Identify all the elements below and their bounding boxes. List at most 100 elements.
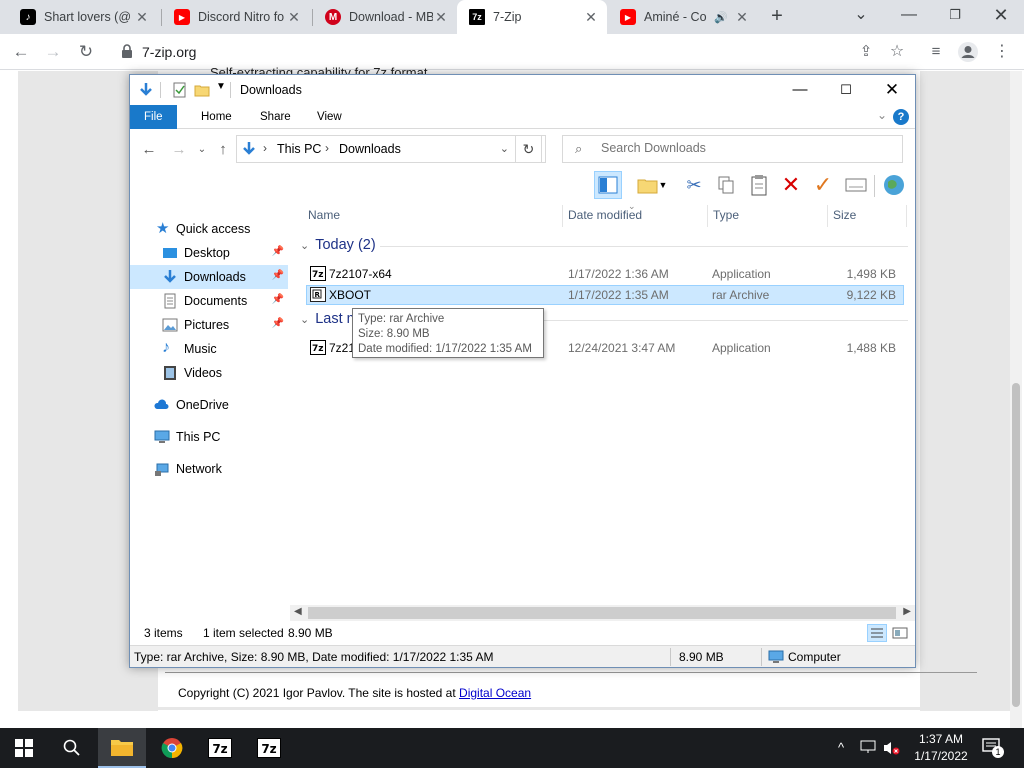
up-button[interactable]: ↑: [214, 141, 232, 158]
back-button[interactable]: ←: [9, 40, 33, 64]
help-icon[interactable]: ?: [893, 109, 909, 125]
page-scrollbar-thumb[interactable]: [1012, 383, 1020, 707]
copy-icon[interactable]: [712, 171, 740, 199]
nav-desktop[interactable]: Desktop 📌: [130, 241, 288, 265]
close-tab-icon[interactable]: ✕: [433, 9, 449, 26]
minimize-button[interactable]: —: [886, 0, 932, 34]
cut-icon[interactable]: ✂: [680, 171, 708, 199]
explorer-forward-button[interactable]: →: [170, 141, 188, 158]
new-folder-icon[interactable]: [194, 82, 210, 98]
nav-pictures[interactable]: Pictures 📌: [130, 313, 288, 337]
explorer-back-button[interactable]: ←: [140, 141, 158, 158]
file-row-selected[interactable]: R XBOOT 1/17/2022 1:35 AM rar Archive 9,…: [306, 285, 904, 305]
delete-icon[interactable]: ✕: [777, 171, 805, 199]
column-type[interactable]: Type: [713, 205, 739, 227]
nav-downloads[interactable]: Downloads 📌: [130, 265, 288, 289]
column-name[interactable]: Name: [308, 205, 340, 227]
taskbar-chrome[interactable]: [148, 728, 196, 768]
notifications-button[interactable]: 1: [982, 738, 1004, 758]
pin-icon[interactable]: 📌: [272, 294, 284, 305]
new-item-dropdown-icon[interactable]: ▼: [656, 171, 670, 199]
breadcrumb-this-pc[interactable]: This PC: [277, 142, 321, 156]
taskbar-7zip-1[interactable]: 7z: [196, 728, 244, 768]
qat-dropdown-icon[interactable]: ▼: [216, 81, 226, 92]
start-button[interactable]: [0, 728, 48, 768]
close-tab-icon[interactable]: ✕: [286, 9, 302, 26]
profile-avatar[interactable]: [956, 40, 980, 64]
volume-muted-icon[interactable]: [882, 740, 900, 756]
star-icon: ★: [156, 220, 170, 237]
media-control-icon[interactable]: ≡: [924, 40, 948, 64]
nav-this-pc[interactable]: This PC: [130, 425, 288, 449]
close-window-button[interactable]: ✕: [978, 0, 1024, 34]
tab-amine[interactable]: ▶ Aminé - Co 🔊 ✕: [608, 0, 758, 34]
pin-icon[interactable]: 📌: [272, 270, 284, 281]
reload-button[interactable]: ↻: [74, 40, 98, 64]
nav-network[interactable]: Network: [130, 457, 288, 481]
address-bar[interactable]: 7-zip.org: [108, 38, 918, 66]
nav-quick-access[interactable]: ★ Quick access: [130, 217, 288, 241]
explorer-close-button[interactable]: ✕: [869, 75, 915, 105]
globe-icon[interactable]: [880, 171, 908, 199]
horizontal-scrollbar-thumb[interactable]: [308, 607, 896, 619]
search-box[interactable]: ⌕: [562, 135, 903, 163]
svg-text:7z: 7z: [312, 344, 324, 354]
tab-share[interactable]: Share: [246, 105, 305, 129]
expand-ribbon-icon[interactable]: ⌄: [877, 108, 887, 122]
taskbar-file-explorer[interactable]: [98, 728, 146, 768]
bookmark-star-icon[interactable]: ☆: [885, 40, 909, 64]
horizontal-scrollbar[interactable]: ◀ ▶: [290, 605, 915, 621]
share-icon[interactable]: ⇪: [854, 40, 878, 64]
group-today[interactable]: ⌄ Today (2): [300, 237, 376, 253]
column-size[interactable]: Size: [833, 205, 856, 227]
clock[interactable]: 1:37 AM 1/17/2022: [906, 731, 976, 765]
pin-icon[interactable]: 📌: [272, 318, 284, 329]
properties-icon[interactable]: [172, 82, 188, 98]
rename-icon[interactable]: [842, 171, 870, 199]
tab-download-mb[interactable]: M Download - MB ✕: [313, 0, 457, 34]
nav-onedrive[interactable]: OneDrive: [130, 393, 288, 417]
nav-videos[interactable]: Videos: [130, 361, 288, 385]
chrome-menu-icon[interactable]: ⋮: [990, 40, 1014, 64]
tab-file[interactable]: File: [130, 105, 177, 129]
details-view-icon[interactable]: [867, 624, 887, 642]
tab-search-button[interactable]: ⌄: [838, 0, 884, 34]
scroll-right-icon[interactable]: ▶: [903, 606, 911, 617]
search-taskbar-button[interactable]: [48, 728, 96, 768]
documents-icon: [164, 293, 176, 309]
breadcrumb-downloads[interactable]: Downloads: [339, 142, 401, 156]
speaker-icon[interactable]: 🔊: [714, 11, 728, 24]
pin-icon[interactable]: 📌: [272, 246, 284, 257]
test-check-icon[interactable]: ✓: [809, 171, 837, 199]
explorer-address-bar[interactable]: › This PC › Downloads ⌄: [236, 135, 546, 163]
nav-music[interactable]: ♪ Music: [130, 337, 288, 361]
preview-pane-icon[interactable]: [594, 171, 622, 199]
tab-view[interactable]: View: [303, 105, 356, 129]
recent-locations-icon[interactable]: ⌄: [193, 144, 211, 155]
tab-discord-nitro[interactable]: ▶ Discord Nitro fo ✕: [162, 0, 310, 34]
show-hidden-icons[interactable]: ^: [838, 740, 844, 755]
tab-home[interactable]: Home: [187, 105, 246, 129]
forward-button[interactable]: →: [41, 40, 65, 64]
refresh-button[interactable]: ↻: [515, 135, 542, 163]
explorer-maximize-button[interactable]: ☐: [823, 75, 869, 105]
close-tab-icon[interactable]: ✕: [583, 9, 599, 26]
search-input[interactable]: [601, 141, 891, 155]
scroll-left-icon[interactable]: ◀: [294, 606, 302, 617]
paste-icon[interactable]: [745, 171, 773, 199]
taskbar-7zip-2[interactable]: 7z: [245, 728, 293, 768]
nav-documents[interactable]: Documents 📌: [130, 289, 288, 313]
address-dropdown-icon[interactable]: ⌄: [500, 142, 509, 155]
file-row[interactable]: 7z 7z2107-x64 1/17/2022 1:36 AM Applicat…: [306, 264, 904, 284]
page-scrollbar[interactable]: [1010, 71, 1022, 728]
tab-tiktok[interactable]: ♪ Shart lovers (@ ✕: [8, 0, 158, 34]
new-tab-button[interactable]: +: [766, 6, 788, 28]
tab-7zip[interactable]: 7z 7-Zip ✕: [457, 0, 607, 34]
network-tray-icon[interactable]: [860, 740, 876, 754]
large-icons-view-icon[interactable]: [890, 624, 910, 642]
close-tab-icon[interactable]: ✕: [134, 9, 150, 26]
explorer-minimize-button[interactable]: —: [777, 75, 823, 105]
close-tab-icon[interactable]: ✕: [734, 9, 750, 26]
restore-button[interactable]: ❐: [932, 0, 978, 34]
digital-ocean-link[interactable]: Digital Ocean: [459, 686, 531, 700]
